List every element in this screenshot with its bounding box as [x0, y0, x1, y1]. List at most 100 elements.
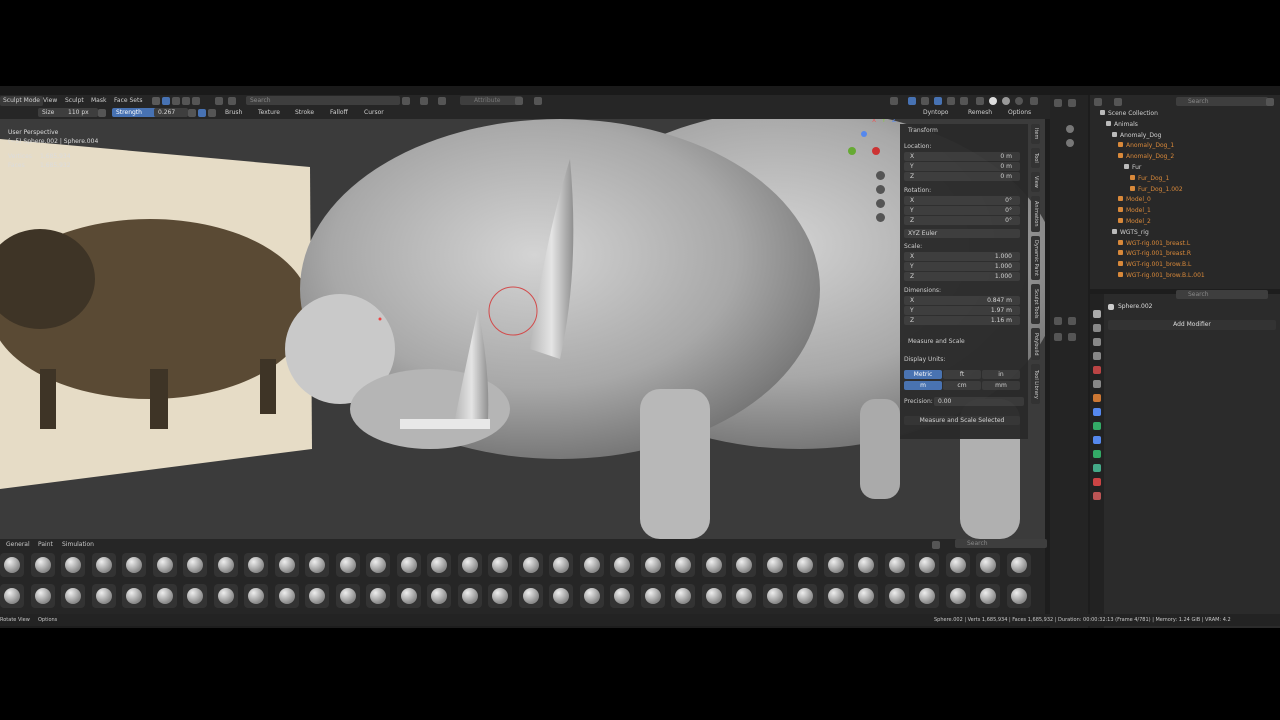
brush-thumbnail-icon[interactable]	[915, 584, 939, 608]
outliner-row[interactable]: Model_1	[1118, 206, 1151, 216]
pressure-icon[interactable]	[98, 109, 106, 117]
menu-face-sets[interactable]: Face Sets	[111, 96, 145, 106]
tab-animation[interactable]: Animation	[1031, 196, 1040, 232]
brush-thumbnail-icon[interactable]	[488, 584, 512, 608]
brush-thumbnail-icon[interactable]	[91, 553, 116, 577]
brush-thumbnail-icon[interactable]	[122, 553, 146, 577]
visibility-icon[interactable]	[921, 97, 929, 105]
brush-thumbnail-icon[interactable]	[732, 584, 756, 608]
rotation-mode-select[interactable]: XYZ Euler	[904, 229, 1020, 238]
transform-panel-title[interactable]: Transform	[908, 126, 938, 135]
brush-thumbnail-icon[interactable]	[915, 553, 939, 577]
strength-field[interactable]: 0.267	[154, 108, 188, 117]
outliner-row[interactable]: Model_2	[1118, 217, 1151, 227]
brush-thumbnail-icon[interactable]	[305, 584, 329, 608]
location-x-field[interactable]: X 0 m	[904, 152, 1020, 161]
brush-thumbnail-icon[interactable]	[488, 553, 512, 577]
properties-search-input[interactable]: Search	[1176, 290, 1268, 299]
overlay-icon[interactable]	[182, 97, 190, 105]
brush-thumbnail-icon[interactable]	[610, 553, 634, 577]
face-mode-icon[interactable]	[1054, 333, 1062, 341]
remesh-menu[interactable]: Remesh	[965, 108, 995, 118]
shelf-display-icon[interactable]	[932, 541, 940, 549]
tab-item[interactable]: Item	[1031, 124, 1040, 144]
record-icon[interactable]	[534, 97, 542, 105]
brush-thumbnail-icon[interactable]	[640, 553, 665, 577]
brush-thumbnail-icon[interactable]	[0, 584, 24, 608]
brush-thumbnail-icon[interactable]	[945, 584, 970, 608]
shading-dropdown-icon[interactable]	[1030, 97, 1038, 105]
brush-thumbnail-icon[interactable]	[823, 584, 848, 608]
viewport-hand-icon[interactable]	[1066, 139, 1074, 147]
attribute-field[interactable]: Attribute	[460, 96, 522, 105]
material-tab-icon[interactable]	[1093, 478, 1101, 486]
outliner-row[interactable]: Fur_Dog_1.002	[1130, 185, 1183, 195]
material-shading-icon[interactable]	[989, 97, 997, 105]
brush-thumbnail-icon[interactable]	[213, 553, 238, 577]
location-z-field[interactable]: Z 0 m	[904, 172, 1020, 181]
brush-thumbnail-icon[interactable]	[366, 553, 390, 577]
brush-thumbnail-icon[interactable]	[183, 584, 207, 608]
outliner-row[interactable]: WGT-rig.001_brow.B.L	[1118, 260, 1191, 270]
brush-thumbnail-icon[interactable]	[854, 553, 878, 577]
measure-selected-button[interactable]: Measure and Scale Selected	[904, 416, 1020, 425]
dyntopo-toggle[interactable]: Dyntopo	[920, 108, 951, 118]
data-tab-icon[interactable]	[1093, 464, 1101, 472]
mode-selector[interactable]: Sculpt Mode	[0, 96, 43, 106]
brush-thumbnail-icon[interactable]	[152, 553, 177, 577]
gizmo-icon[interactable]	[192, 97, 200, 105]
display-mode-icon[interactable]	[1114, 98, 1122, 106]
3d-viewport[interactable]: User Perspective (~5) Sphere.002 | Spher…	[0, 119, 1045, 539]
shelf-tab-paint[interactable]: Paint	[38, 541, 53, 548]
outliner-row[interactable]: WGT-rig.001_brow.B.L.001	[1118, 271, 1205, 281]
brush-thumbnail-icon[interactable]	[518, 584, 543, 608]
options-menu[interactable]: Options	[1005, 108, 1034, 118]
rendered-shading-icon[interactable]	[1002, 97, 1010, 105]
brush-thumbnail-icon[interactable]	[884, 553, 909, 577]
tab-dynamic-paint[interactable]: Dynamic Paint	[1031, 236, 1040, 280]
viewport-zoom-icon[interactable]	[1066, 125, 1074, 133]
solid-shading-icon[interactable]	[976, 97, 984, 105]
outliner-row[interactable]: Anomaly_Dog_2	[1118, 152, 1174, 162]
brush-thumbnail-icon[interactable]	[30, 584, 55, 608]
brush-thumbnail-icon[interactable]	[701, 584, 726, 608]
render-tab-icon[interactable]	[1093, 324, 1101, 332]
brush-menu[interactable]: Brush	[222, 108, 245, 118]
rotation-y-field[interactable]: Y 0°	[904, 206, 1020, 215]
menu-mask[interactable]: Mask	[88, 96, 109, 106]
brush-thumbnail-icon[interactable]	[793, 584, 817, 608]
texture-tab-icon[interactable]	[1093, 492, 1101, 500]
brush-thumbnail-icon[interactable]	[823, 553, 848, 577]
brush-thumbnail-icon[interactable]	[183, 553, 207, 577]
brush-thumbnail-icon[interactable]	[701, 553, 726, 577]
shading-icon[interactable]	[172, 97, 180, 105]
proportional-icon[interactable]	[228, 97, 236, 105]
add-direction-icon[interactable]	[198, 109, 206, 117]
subtract-direction-icon[interactable]	[208, 109, 216, 117]
outliner-row[interactable]: Scene Collection	[1100, 109, 1158, 119]
dimensions-x-field[interactable]: X 0.847 m	[904, 296, 1020, 305]
pin-icon[interactable]	[420, 97, 428, 105]
brush-thumbnail-icon[interactable]	[610, 584, 634, 608]
location-y-field[interactable]: Y 0 m	[904, 162, 1020, 171]
brush-thumbnail-icon[interactable]	[457, 584, 482, 608]
brush-thumbnail-icon[interactable]	[91, 584, 116, 608]
brush-thumbnail-icon[interactable]	[152, 584, 177, 608]
mirror-icon[interactable]	[515, 97, 523, 105]
size-field[interactable]: 110 px	[66, 108, 98, 117]
scale-z-field[interactable]: Z 1.000	[904, 272, 1020, 281]
brush-thumbnail-icon[interactable]	[1006, 553, 1031, 577]
outliner-search-input[interactable]: Search	[1176, 97, 1268, 106]
tool-tab-icon[interactable]	[1093, 310, 1101, 318]
brush-thumbnail-icon[interactable]	[427, 553, 451, 577]
viewport-search-input[interactable]: Search	[246, 96, 400, 105]
brush-thumbnail-icon[interactable]	[244, 584, 268, 608]
brush-thumbnail-icon[interactable]	[122, 584, 146, 608]
brush-thumbnail-icon[interactable]	[274, 584, 299, 608]
view-menu-icon[interactable]	[1068, 99, 1076, 107]
filter-icon[interactable]	[402, 97, 410, 105]
brush-thumbnail-icon[interactable]	[976, 584, 1000, 608]
menu-sculpt[interactable]: Sculpt	[62, 96, 87, 106]
texture-menu[interactable]: Texture	[255, 108, 283, 118]
world-tab-icon[interactable]	[1093, 380, 1101, 388]
